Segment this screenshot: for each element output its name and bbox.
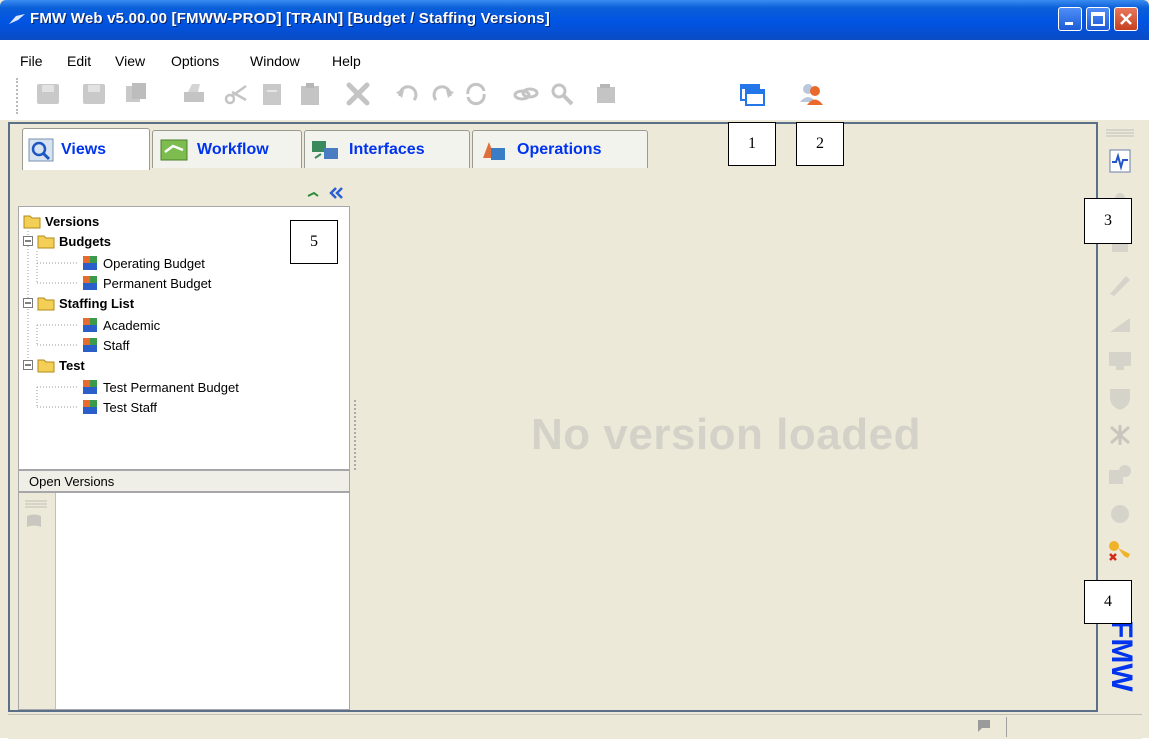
print-icon[interactable] bbox=[180, 80, 208, 108]
tab-operations-label: Operations bbox=[517, 140, 602, 158]
tree-group-budgets[interactable]: Budgets bbox=[23, 233, 111, 249]
menu-help[interactable]: Help bbox=[332, 53, 361, 69]
close-icon bbox=[1120, 13, 1132, 25]
tree-item-operating-budget[interactable]: Operating Budget bbox=[81, 255, 205, 271]
callout-4: 4 bbox=[1084, 580, 1132, 624]
minimize-icon bbox=[1065, 22, 1073, 25]
save-icon[interactable] bbox=[80, 80, 108, 108]
activity-monitor-icon[interactable] bbox=[1106, 148, 1134, 174]
views-icon bbox=[28, 138, 54, 161]
refresh-icon[interactable] bbox=[462, 80, 490, 108]
version-cube-icon bbox=[83, 380, 97, 394]
chart-icon[interactable] bbox=[1106, 310, 1134, 336]
approval-icon[interactable] bbox=[1106, 462, 1134, 488]
tab-interfaces[interactable]: Interfaces bbox=[304, 130, 470, 168]
open-versions-list bbox=[18, 492, 350, 710]
workflow-icon bbox=[160, 139, 188, 160]
monitor-icon[interactable] bbox=[1106, 348, 1134, 374]
callout-3: 3 bbox=[1084, 198, 1132, 244]
folder-icon bbox=[23, 215, 41, 229]
callout-2: 2 bbox=[796, 122, 844, 166]
delete-icon[interactable] bbox=[344, 80, 372, 108]
pin-icon[interactable] bbox=[306, 190, 320, 200]
cut-icon[interactable] bbox=[222, 80, 250, 108]
tree-item-staff[interactable]: Staff bbox=[81, 337, 130, 353]
app-window: FMW Web v5.00.00 [FMWW-PROD] [TRAIN] [Bu… bbox=[0, 0, 1149, 739]
collapse-toggle-icon[interactable] bbox=[23, 360, 33, 370]
collapse-toggle-icon[interactable] bbox=[23, 236, 33, 246]
tab-workflow-label: Workflow bbox=[197, 140, 269, 158]
maximize-icon bbox=[1091, 12, 1105, 26]
strip-grip[interactable] bbox=[23, 499, 49, 509]
version-cube-icon bbox=[83, 400, 97, 414]
status-bar bbox=[8, 714, 1142, 739]
menu-edit[interactable]: Edit bbox=[67, 53, 91, 69]
menu-view[interactable]: View bbox=[115, 53, 145, 69]
sidebar-grip[interactable] bbox=[1104, 128, 1136, 138]
app-logo-icon bbox=[9, 14, 25, 24]
save-all-icon[interactable] bbox=[34, 80, 62, 108]
callout-5: 5 bbox=[290, 220, 338, 264]
tree-group-test[interactable]: Test bbox=[23, 357, 85, 373]
operations-icon bbox=[483, 141, 505, 160]
collapse-left-icon[interactable] bbox=[328, 186, 344, 200]
clipboard-icon[interactable] bbox=[296, 80, 324, 108]
tab-workflow[interactable]: Workflow bbox=[152, 130, 302, 168]
redo-icon[interactable] bbox=[428, 80, 456, 108]
menu-options[interactable]: Options bbox=[171, 53, 219, 69]
open-versions-strip bbox=[19, 493, 56, 709]
version-cube-icon bbox=[83, 318, 97, 332]
timer-icon[interactable] bbox=[1106, 500, 1134, 526]
tree-item-permanent-budget[interactable]: Permanent Budget bbox=[81, 275, 211, 291]
paste-icon[interactable] bbox=[258, 80, 286, 108]
menu-file[interactable]: File bbox=[20, 53, 43, 69]
menu-window[interactable]: Window bbox=[250, 53, 300, 69]
windows-icon[interactable] bbox=[738, 80, 766, 108]
menu-bar: File Edit View Options Window Help bbox=[0, 40, 1149, 72]
toolbar bbox=[0, 72, 1149, 120]
export-icon[interactable] bbox=[592, 80, 620, 108]
minimize-button[interactable] bbox=[1058, 7, 1082, 31]
user-icon[interactable] bbox=[798, 80, 826, 108]
window-title: FMW Web v5.00.00 [FMWW-PROD] [TRAIN] [Bu… bbox=[30, 10, 550, 27]
folder-icon bbox=[37, 359, 55, 373]
tree-item-test-permanent-budget[interactable]: Test Permanent Budget bbox=[81, 379, 239, 395]
tree-group-staffing-list[interactable]: Staffing List bbox=[23, 295, 134, 311]
network-icon[interactable] bbox=[1106, 422, 1134, 448]
shield-icon[interactable] bbox=[1106, 386, 1134, 412]
toolbar-grip[interactable] bbox=[16, 78, 23, 114]
open-versions-header[interactable]: Open Versions bbox=[18, 470, 350, 492]
book-icon[interactable] bbox=[25, 513, 43, 529]
copy-icon[interactable] bbox=[122, 80, 150, 108]
version-content-area: No version loaded bbox=[358, 176, 1094, 710]
tab-interfaces-label: Interfaces bbox=[349, 140, 425, 158]
undo-icon[interactable] bbox=[394, 80, 422, 108]
status-chat-icon[interactable] bbox=[976, 717, 996, 735]
version-cube-icon bbox=[83, 338, 97, 352]
title-bar[interactable]: FMW Web v5.00.00 [FMWW-PROD] [TRAIN] [Bu… bbox=[0, 0, 1149, 40]
version-cube-icon bbox=[83, 276, 97, 290]
tab-views[interactable]: Views bbox=[22, 128, 150, 170]
version-cube-icon bbox=[83, 256, 97, 270]
find-icon[interactable] bbox=[548, 80, 576, 108]
tree-item-test-staff[interactable]: Test Staff bbox=[81, 399, 157, 415]
no-version-message: No version loaded bbox=[531, 410, 921, 459]
tab-operations[interactable]: Operations bbox=[472, 130, 648, 168]
link-icon[interactable] bbox=[512, 80, 540, 108]
callout-1: 1 bbox=[728, 122, 776, 166]
pen-icon[interactable] bbox=[1106, 272, 1134, 298]
collapse-toggle-icon[interactable] bbox=[23, 298, 33, 308]
status-divider bbox=[1006, 717, 1007, 737]
close-button[interactable] bbox=[1114, 7, 1138, 31]
interfaces-icon bbox=[312, 140, 338, 159]
versions-panel-header bbox=[16, 178, 352, 206]
folder-icon bbox=[37, 297, 55, 311]
tab-views-label: Views bbox=[61, 140, 107, 158]
tree-item-academic[interactable]: Academic bbox=[81, 317, 160, 333]
keys-icon[interactable] bbox=[1106, 536, 1134, 562]
tree-root-versions[interactable]: Versions bbox=[23, 213, 99, 229]
folder-icon bbox=[37, 235, 55, 249]
maximize-button[interactable] bbox=[1086, 7, 1110, 31]
